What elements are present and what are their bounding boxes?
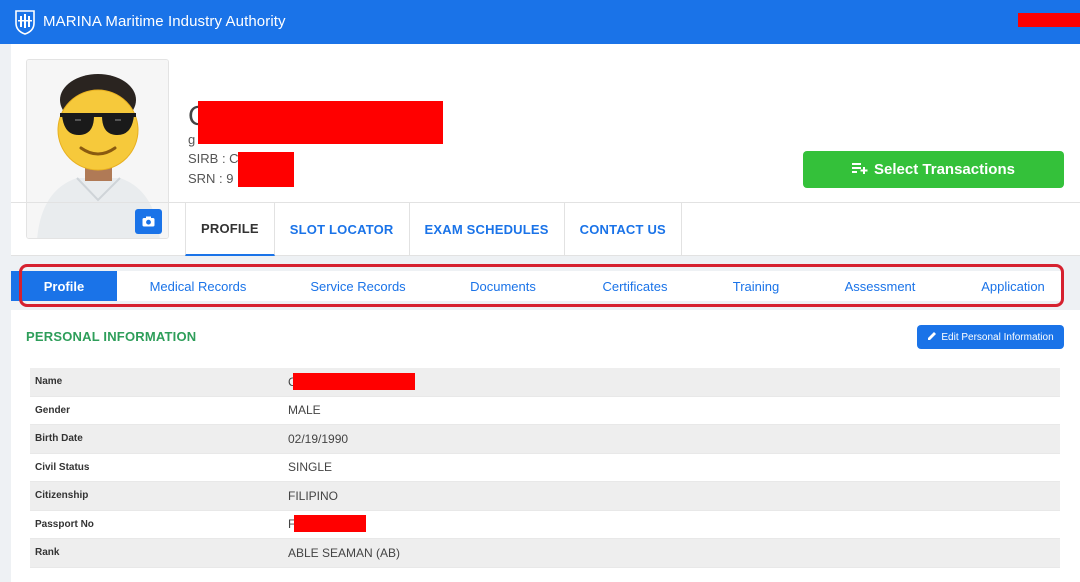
table-row: Rank ABLE SEAMAN (AB)	[30, 539, 1060, 568]
profile-card: C g SIRB : C SRN : 9 Select Transactions…	[11, 44, 1080, 256]
seafarer-email: g	[188, 132, 196, 147]
playlist-add-icon	[852, 161, 868, 178]
table-row: Passport No F	[30, 511, 1060, 539]
select-transactions-button[interactable]: Select Transactions	[803, 151, 1064, 188]
table-row: Gender MALE	[30, 397, 1060, 425]
row-label: Gender	[35, 404, 71, 416]
name-redaction	[198, 101, 443, 144]
top-navbar: MARINA Maritime Industry Authority	[0, 0, 1080, 44]
value-redaction	[294, 515, 366, 533]
row-label: Rank	[35, 547, 60, 559]
pencil-icon	[927, 331, 937, 344]
table-row: Citizenship FILIPINO	[30, 482, 1060, 511]
value-redaction	[293, 372, 415, 390]
app-brand[interactable]: MARINA Maritime Industry Authority	[43, 13, 286, 30]
marina-logo-icon[interactable]	[14, 9, 36, 35]
sirb-number: SIRB : C	[188, 151, 239, 166]
row-label: Citizenship	[35, 490, 89, 502]
select-transactions-label: Select Transactions	[874, 161, 1015, 178]
camera-icon[interactable]	[135, 209, 162, 234]
row-label: Birth Date	[35, 433, 83, 445]
row-value: FILIPINO	[288, 488, 339, 503]
edit-personal-information-button[interactable]: Edit Personal Information	[917, 325, 1064, 349]
personal-information-card: PERSONAL INFORMATION Edit Personal Infor…	[11, 310, 1080, 582]
edit-personal-information-label: Edit Personal Information	[941, 331, 1054, 343]
tab-profile[interactable]: PROFILE	[185, 203, 275, 256]
table-row: Name C	[30, 368, 1060, 397]
row-value: C	[288, 372, 415, 390]
row-label: Civil Status	[35, 461, 90, 473]
tab-exam-schedules[interactable]: EXAM SCHEDULES	[410, 203, 565, 256]
table-row: Civil Status SINGLE	[30, 454, 1060, 482]
table-row: Birth Date 02/19/1990	[30, 425, 1060, 454]
row-label: Name	[35, 376, 63, 388]
row-value: 02/19/1990	[288, 431, 349, 446]
personal-info-table: Name C Gender MALE Birth Date 02/19/1990…	[30, 368, 1060, 568]
section-title: PERSONAL INFORMATION	[26, 329, 197, 344]
row-value: SINGLE	[288, 460, 333, 475]
row-label: Passport No	[35, 518, 94, 530]
main-tabs: PROFILE SLOT LOCATOR EXAM SCHEDULES CONT…	[185, 203, 682, 256]
id-redaction	[238, 152, 294, 187]
row-value: MALE	[288, 403, 321, 418]
tabs-highlight-box	[19, 264, 1064, 307]
row-value: F	[288, 515, 366, 533]
srn-number: SRN : 9	[188, 171, 234, 186]
tab-contact-us[interactable]: CONTACT US	[565, 203, 682, 256]
row-value: ABLE SEAMAN (AB)	[288, 545, 401, 560]
user-name-redaction[interactable]	[1018, 13, 1080, 27]
tab-slot-locator[interactable]: SLOT LOCATOR	[275, 203, 410, 256]
